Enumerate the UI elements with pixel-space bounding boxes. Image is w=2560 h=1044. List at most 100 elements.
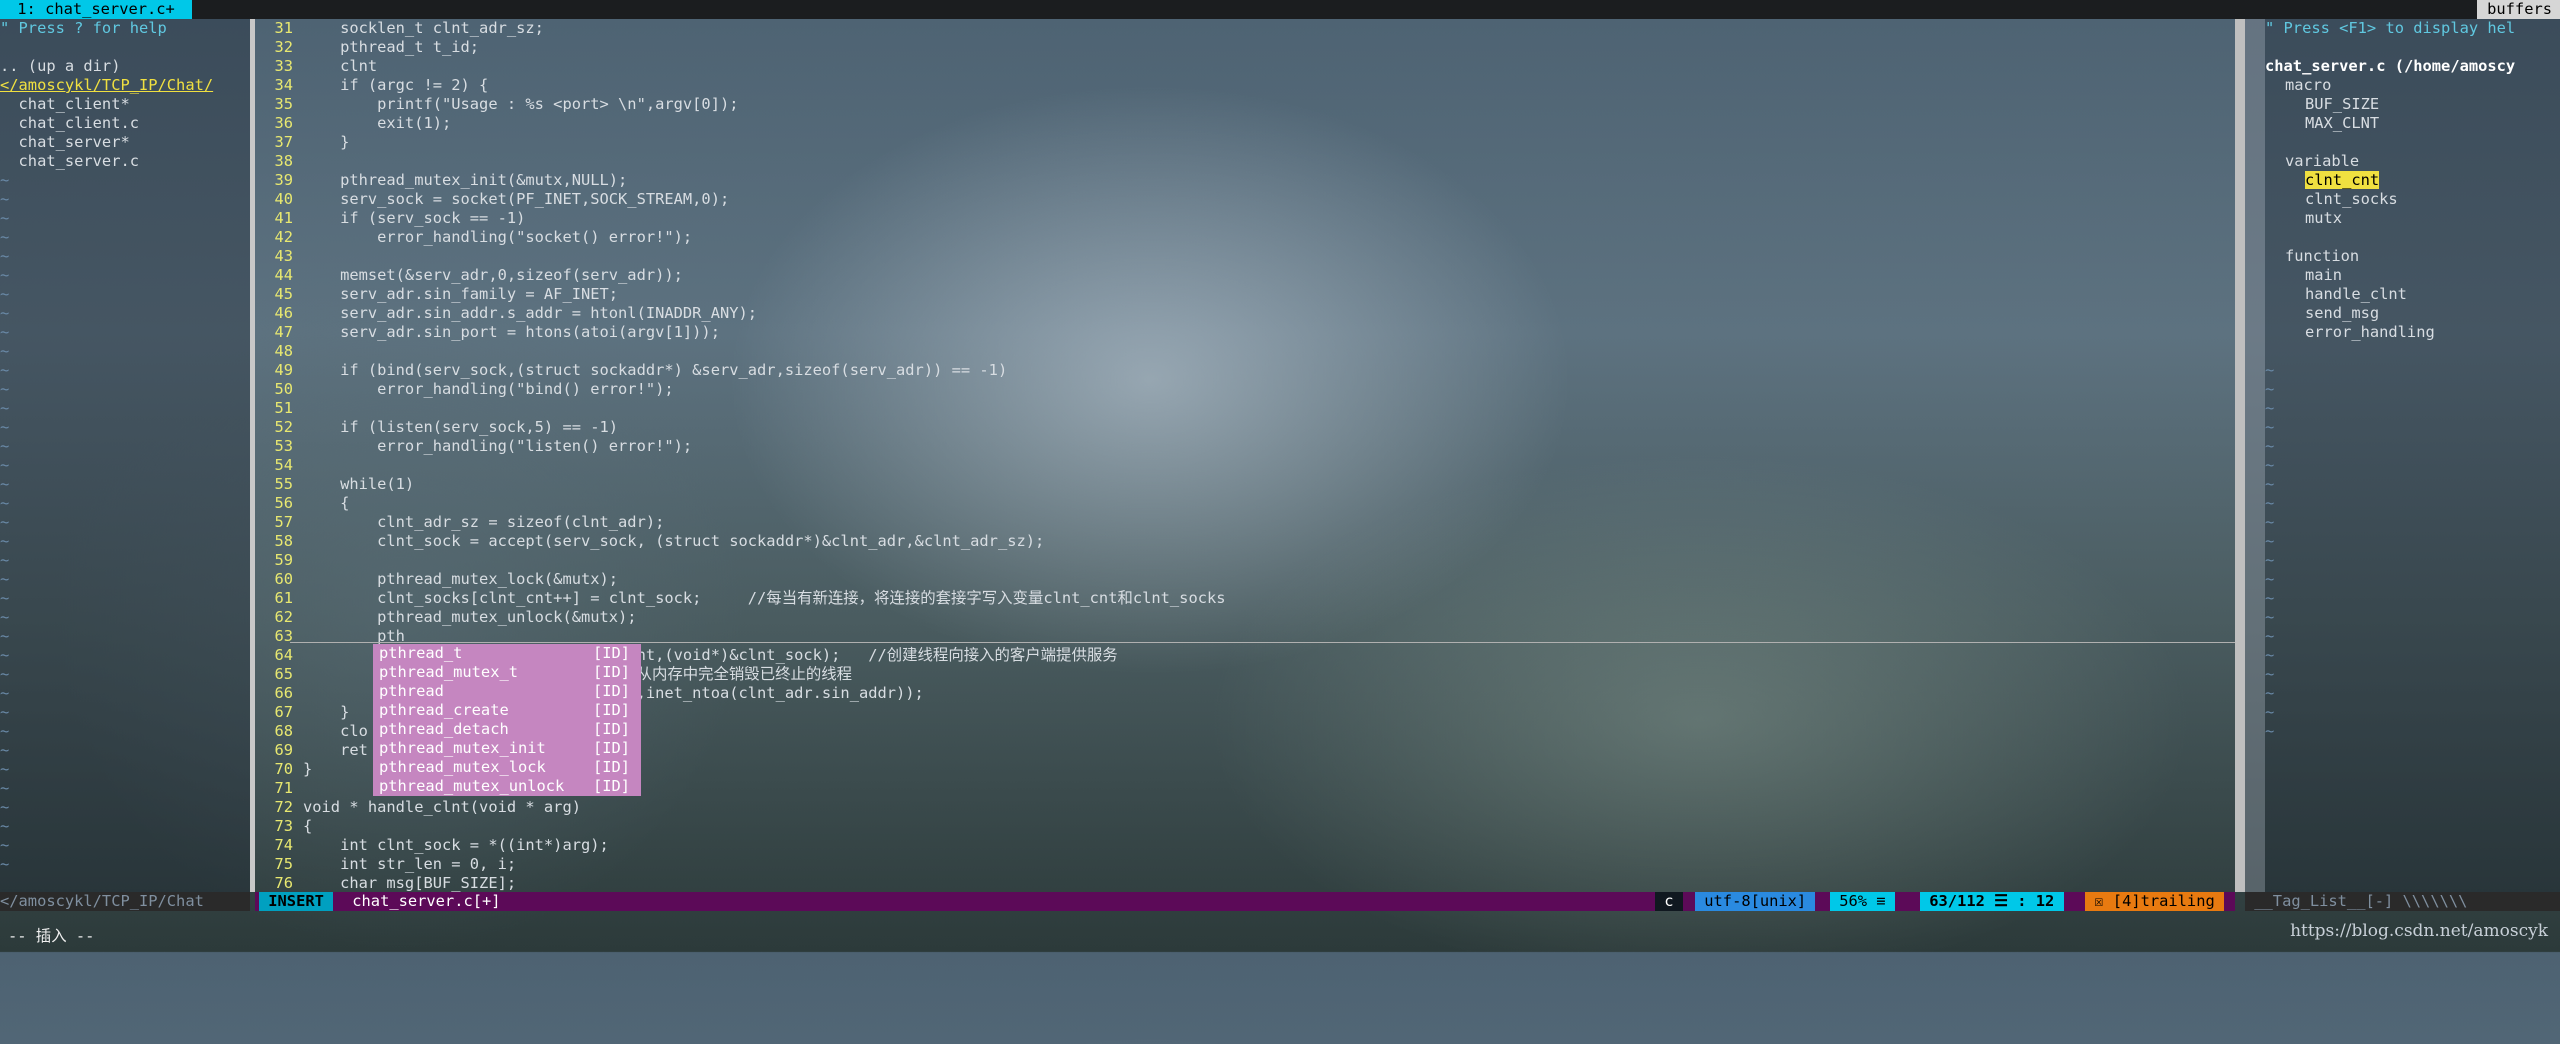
taglist-item[interactable]: mutx — [2265, 209, 2560, 228]
code-line[interactable]: 50 error_handling("bind() error!"); — [255, 380, 2235, 399]
nerdtree-panel[interactable]: " Press ? for help .. (up a dir) </amosc… — [0, 19, 250, 892]
code-line[interactable]: 72 void * handle_clnt(void * arg) — [255, 798, 2235, 817]
window-separator[interactable] — [2235, 19, 2245, 892]
empty-line-marker: ~ — [0, 456, 10, 474]
scrollbar[interactable] — [2245, 19, 2265, 892]
empty-line-marker: ~ — [0, 171, 10, 189]
buffers-label[interactable]: buffers — [2477, 0, 2560, 19]
taglist-item[interactable]: clnt_socks — [2265, 190, 2560, 209]
line-number: 40 — [274, 190, 293, 208]
code-line[interactable]: 76 char msg[BUF_SIZE]; — [255, 874, 2235, 892]
nerdtree-up-dir[interactable]: .. (up a dir) — [0, 57, 250, 76]
empty-line-marker: ~ — [2265, 456, 2275, 474]
line-number: 54 — [274, 456, 293, 474]
taglist-item[interactable]: clnt_cnt — [2265, 171, 2560, 190]
code-line[interactable]: 53 error_handling("listen() error!"); — [255, 437, 2235, 456]
completion-item[interactable]: pthread_mutex_init [ID] — [373, 739, 641, 758]
completion-item[interactable]: pthread_create [ID] — [373, 701, 641, 720]
line-number: 43 — [274, 247, 293, 265]
code-line[interactable]: 38 — [255, 152, 2235, 171]
code-text: while(1) — [303, 475, 415, 493]
code-line[interactable]: 35 printf("Usage : %s <port> \n",argv[0]… — [255, 95, 2235, 114]
taglist-group[interactable]: macro — [2265, 76, 2560, 95]
completion-item[interactable]: pthread_detach [ID] — [373, 720, 641, 739]
nerdtree-file[interactable]: chat_client* — [0, 95, 250, 114]
line-number: 59 — [274, 551, 293, 569]
taglist-item[interactable]: send_msg — [2265, 304, 2560, 323]
code-text: char msg[BUF_SIZE]; — [303, 874, 517, 892]
nerdtree-file[interactable]: chat_client.c — [0, 114, 250, 133]
code-line[interactable]: 42 error_handling("socket() error!"); — [255, 228, 2235, 247]
completion-item[interactable]: pthread_mutex_lock [ID] — [373, 758, 641, 777]
code-line[interactable]: 59 — [255, 551, 2235, 570]
empty-line-marker: ~ — [0, 836, 10, 854]
code-line[interactable]: 41 if (serv_sock == -1) — [255, 209, 2235, 228]
code-line[interactable]: 51 — [255, 399, 2235, 418]
code-line[interactable]: 47 serv_adr.sin_port = htons(atoi(argv[1… — [255, 323, 2235, 342]
statusline: INSERT chat_server.c[+] c utf-8[unix] 56… — [255, 892, 2235, 911]
code-line[interactable]: 52 if (listen(serv_sock,5) == -1) — [255, 418, 2235, 437]
taglist-item[interactable]: MAX_CLNT — [2265, 114, 2560, 133]
empty-line-marker: ~ — [2265, 513, 2275, 531]
taglist-panel[interactable]: " Press <F1> to display hel chat_server.… — [2265, 19, 2560, 892]
taglist-item-label: handle_clnt — [2305, 285, 2407, 303]
code-line[interactable]: 33 clnt — [255, 57, 2235, 76]
empty-line-marker: ~ — [0, 627, 10, 645]
code-line[interactable]: 55 while(1) — [255, 475, 2235, 494]
code-line[interactable]: 57 clnt_adr_sz = sizeof(clnt_adr); — [255, 513, 2235, 532]
empty-line-marker: ~ — [2265, 437, 2275, 455]
code-line[interactable]: 62 pthread_mutex_unlock(&mutx); — [255, 608, 2235, 627]
line-number: 61 — [274, 589, 293, 607]
nerdtree-file[interactable]: chat_server.c — [0, 152, 250, 171]
code-line[interactable]: 48 — [255, 342, 2235, 361]
code-line[interactable]: 46 serv_adr.sin_addr.s_addr = htonl(INAD… — [255, 304, 2235, 323]
empty-line-marker: ~ — [0, 779, 10, 797]
completion-popup[interactable]: pthread_t [ID] pthread_mutex_t [ID] pthread [… — [373, 644, 641, 796]
code-line[interactable]: 31 socklen_t clnt_adr_sz; — [255, 19, 2235, 38]
line-number: 70 — [274, 760, 293, 778]
code-line[interactable]: 74 int clnt_sock = *((int*)arg); — [255, 836, 2235, 855]
code-line[interactable]: 32 pthread_t t_id; — [255, 38, 2235, 57]
taglist-group[interactable]: variable — [2265, 152, 2560, 171]
code-line[interactable]: 45 serv_adr.sin_family = AF_INET; — [255, 285, 2235, 304]
code-line[interactable]: 61 clnt_socks[clnt_cnt++] = clnt_sock; /… — [255, 589, 2235, 608]
nerdtree-cwd[interactable]: </amoscykl/TCP_IP/Chat/ — [0, 76, 250, 95]
taglist-item[interactable]: handle_clnt — [2265, 285, 2560, 304]
completion-item[interactable]: pthread [ID] — [373, 682, 641, 701]
completion-item[interactable]: pthread_mutex_t [ID] — [373, 663, 641, 682]
empty-line-marker: ~ — [0, 798, 10, 816]
empty-line-marker: ~ — [2265, 551, 2275, 569]
code-line[interactable]: 44 memset(&serv_adr,0,sizeof(serv_adr)); — [255, 266, 2235, 285]
code-line[interactable]: 58 clnt_sock = accept(serv_sock, (struct… — [255, 532, 2235, 551]
code-text: if (serv_sock == -1) — [303, 209, 526, 227]
code-line[interactable]: 49 if (bind(serv_sock,(struct sockaddr*)… — [255, 361, 2235, 380]
code-line[interactable]: 54 — [255, 456, 2235, 475]
code-line[interactable]: 39 pthread_mutex_init(&mutx,NULL); — [255, 171, 2235, 190]
nerdtree-file[interactable]: chat_server* — [0, 133, 250, 152]
code-line[interactable]: 60 pthread_mutex_lock(&mutx); — [255, 570, 2235, 589]
command-line[interactable]: -- 插入 -- — [0, 927, 2560, 952]
code-line[interactable]: 73 { — [255, 817, 2235, 836]
taglist-item-label: clnt_socks — [2305, 190, 2398, 208]
tab-chat-server[interactable]: 1: chat_server.c+ — [0, 0, 193, 19]
taglist-file[interactable]: chat_server.c (/home/amoscy — [2265, 57, 2560, 76]
status-filetype: c — [1655, 892, 1683, 911]
tab-line: 1: chat_server.c+ buffers — [0, 0, 2560, 19]
line-number: 35 — [274, 95, 293, 113]
code-line[interactable]: 43 — [255, 247, 2235, 266]
code-line[interactable]: 56 { — [255, 494, 2235, 513]
code-line[interactable]: 40 serv_sock = socket(PF_INET,SOCK_STREA… — [255, 190, 2235, 209]
taglist-item[interactable]: error_handling — [2265, 323, 2560, 342]
code-line[interactable]: 34 if (argc != 2) { — [255, 76, 2235, 95]
code-line[interactable]: 36 exit(1); — [255, 114, 2235, 133]
taglist-group[interactable]: function — [2265, 247, 2560, 266]
taglist-item[interactable]: main — [2265, 266, 2560, 285]
completion-item[interactable]: pthread_mutex_unlock [ID] — [373, 777, 641, 796]
empty-line-marker: ~ — [0, 342, 10, 360]
completion-item[interactable]: pthread_t [ID] — [373, 644, 641, 663]
code-line[interactable]: 75 int str_len = 0, i; — [255, 855, 2235, 874]
taglist-item[interactable]: BUF_SIZE — [2265, 95, 2560, 114]
code-text: clnt_sock = accept(serv_sock, (struct so… — [303, 532, 1045, 550]
code-line[interactable]: 37 } — [255, 133, 2235, 152]
empty-line-marker: ~ — [2265, 570, 2275, 588]
